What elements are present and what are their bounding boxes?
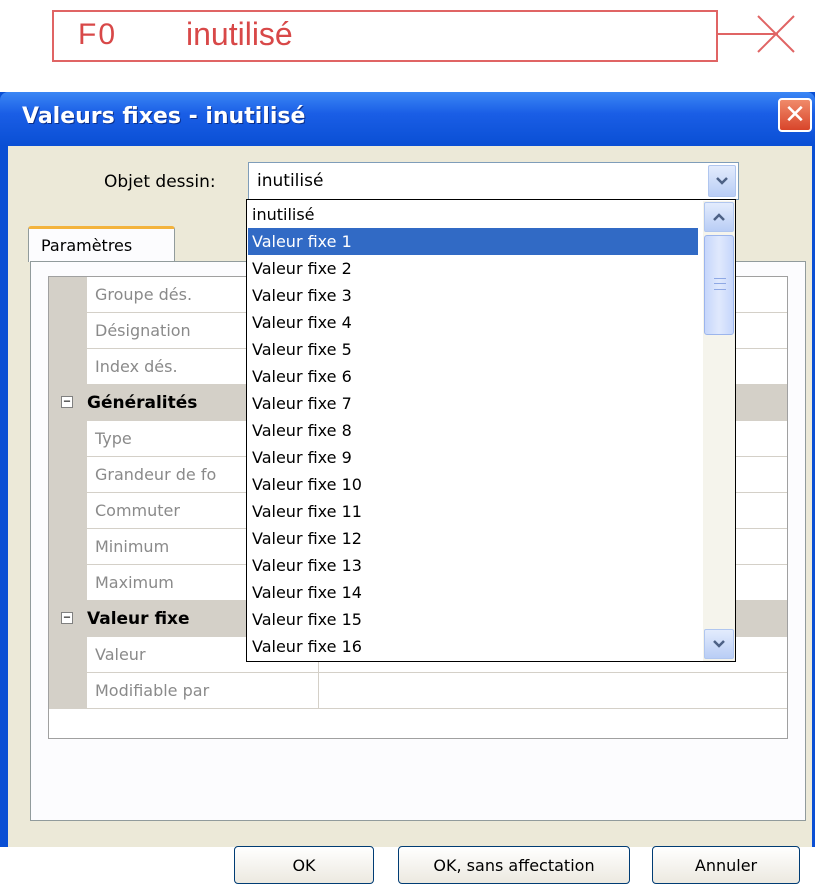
dropdown-option[interactable]: Valeur fixe 8 bbox=[248, 417, 698, 444]
property-row[interactable]: Modifiable par bbox=[49, 673, 787, 709]
chevron-down-icon bbox=[716, 177, 728, 185]
object-combo-label: Objet dessin: bbox=[104, 172, 216, 192]
dropdown-option[interactable]: Valeur fixe 12 bbox=[248, 525, 698, 552]
collapse-icon[interactable]: − bbox=[61, 611, 73, 624]
chevron-down-icon bbox=[713, 640, 725, 648]
object-combo-value: inutilisé bbox=[257, 171, 324, 191]
dropdown-option[interactable]: Valeur fixe 10 bbox=[248, 471, 698, 498]
dropdown-option[interactable]: Valeur fixe 1 bbox=[248, 228, 698, 255]
title-bar[interactable]: Valeurs fixes - inutilisé ✕ bbox=[0, 92, 815, 146]
tab-parametres[interactable]: Paramètres bbox=[28, 226, 175, 262]
object-combo[interactable]: inutilisé bbox=[248, 162, 739, 200]
dropdown-option[interactable]: Valeur fixe 4 bbox=[248, 309, 698, 336]
tab-label: Paramètres bbox=[41, 236, 133, 255]
function-block-code: F0 bbox=[78, 18, 118, 51]
close-button[interactable]: ✕ bbox=[778, 98, 812, 132]
dropdown-option[interactable]: Valeur fixe 13 bbox=[248, 552, 698, 579]
dropdown-option[interactable]: Valeur fixe 14 bbox=[248, 579, 698, 606]
ok-no-assign-button[interactable]: OK, sans affectation bbox=[398, 846, 630, 884]
connector-cross-icon bbox=[718, 15, 795, 53]
dropdown-option[interactable]: inutilisé bbox=[248, 201, 698, 228]
dropdown-option[interactable]: Valeur fixe 6 bbox=[248, 363, 698, 390]
dropdown-option[interactable]: Valeur fixe 3 bbox=[248, 282, 698, 309]
category-label: Valeur fixe bbox=[87, 609, 190, 629]
window-title: Valeurs fixes - inutilisé bbox=[22, 104, 306, 129]
function-block-name: inutilisé bbox=[186, 16, 293, 52]
close-icon: ✕ bbox=[784, 100, 806, 130]
category-label: Généralités bbox=[87, 393, 198, 413]
chevron-up-icon bbox=[713, 213, 725, 221]
object-dropdown-list[interactable]: inutilisé Valeur fixe 1 Valeur fixe 2 Valeu… bbox=[246, 199, 736, 662]
property-name: Modifiable par bbox=[87, 673, 319, 709]
combo-dropdown-button[interactable] bbox=[708, 165, 736, 197]
dropdown-option[interactable]: Valeur fixe 2 bbox=[248, 255, 698, 282]
dropdown-option[interactable]: Valeur fixe 11 bbox=[248, 498, 698, 525]
collapse-icon[interactable]: − bbox=[61, 395, 73, 408]
cancel-button[interactable]: Annuler bbox=[652, 846, 800, 884]
dropdown-option[interactable]: Valeur fixe 7 bbox=[248, 390, 698, 417]
dropdown-scrollbar[interactable] bbox=[703, 201, 735, 661]
scroll-up-button[interactable] bbox=[704, 202, 734, 232]
dropdown-option[interactable]: Valeur fixe 9 bbox=[248, 444, 698, 471]
dropdown-option[interactable]: Valeur fixe 16 bbox=[248, 633, 698, 660]
scroll-down-button[interactable] bbox=[704, 629, 734, 659]
dropdown-option[interactable]: Valeur fixe 15 bbox=[248, 606, 698, 633]
ok-button[interactable]: OK bbox=[234, 846, 374, 884]
dropdown-option[interactable]: Valeur fixe 5 bbox=[248, 336, 698, 363]
scroll-thumb[interactable] bbox=[704, 235, 734, 335]
property-value[interactable] bbox=[319, 673, 787, 709]
function-block-label: F0 inutilisé bbox=[52, 10, 718, 62]
